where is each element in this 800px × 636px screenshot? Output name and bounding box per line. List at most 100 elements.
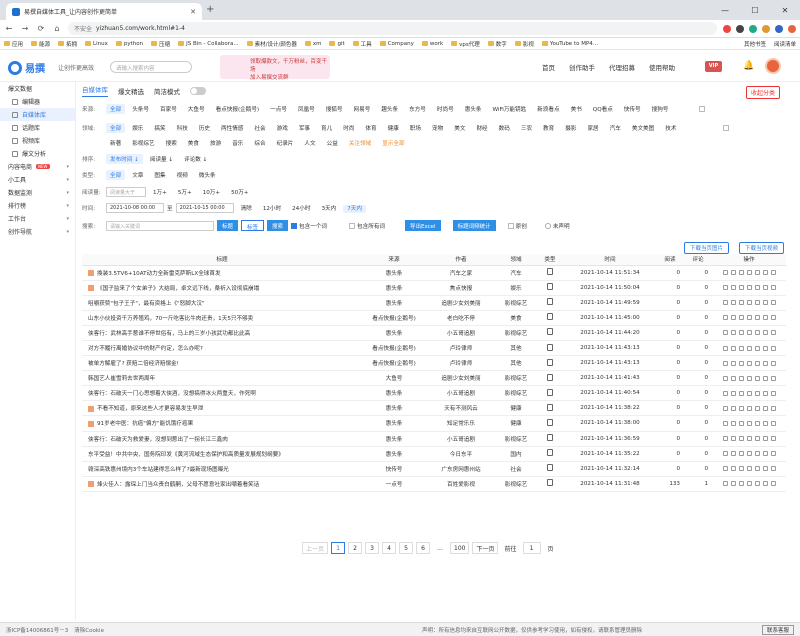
row-author[interactable]: 百姓爱影视 (426, 476, 496, 492)
bookmark-item[interactable]: git (329, 41, 345, 47)
share-icon[interactable] (754, 481, 760, 487)
keyword-input[interactable]: 请输入关键词 (106, 220, 214, 231)
tab-media-library[interactable]: 自媒体库 (82, 84, 108, 97)
sidebar-item[interactable]: 视频库 (0, 134, 75, 147)
filter-option[interactable]: 文章 (128, 170, 147, 180)
time-option[interactable]: 3天内 (317, 205, 340, 213)
filter-option[interactable]: 网易号 (350, 104, 375, 114)
security-indicator[interactable]: 不安全 (74, 24, 92, 33)
goto-page-input[interactable]: 1 (522, 542, 541, 554)
copy-icon[interactable] (722, 420, 728, 426)
maximize-button[interactable]: ☐ (740, 0, 770, 20)
favorite-icon[interactable] (746, 300, 752, 306)
favorite-icon[interactable] (746, 315, 752, 321)
row-title-cell[interactable]: 《国子监来了个女弟子》大结局，卓文远下线，桑祈入设彻底崩塌 (82, 280, 362, 296)
address-bar[interactable]: 不安全 yizhuan5.com/work.html#1-4 (68, 22, 717, 35)
top-menu-item[interactable]: 使用帮助 (649, 62, 675, 72)
filter-option[interactable]: 新著 (106, 138, 125, 148)
table-row[interactable]: 烽火佳人：露琛上门当众责白鹤嗣，父母不愿意吐家出嘲着看笑话 一点号 百姓爱影视 影视综… (82, 476, 786, 492)
link-icon[interactable] (730, 330, 736, 336)
share-icon[interactable] (754, 360, 760, 366)
column-header[interactable]: 评论 (684, 254, 712, 266)
filter-option[interactable]: 摄影 (561, 123, 580, 133)
favorite-icon[interactable] (746, 390, 752, 396)
prev-page-button[interactable]: 上一页 (302, 542, 329, 554)
column-header[interactable]: 阅读 (656, 254, 684, 266)
filter-option[interactable]: 财经 (472, 123, 491, 133)
download-icon[interactable] (762, 405, 768, 411)
collapse-categories-button[interactable]: 收起分类 (745, 86, 780, 99)
sidebar-item[interactable]: 内容电商 NEW ▾ (0, 160, 75, 173)
row-title-cell[interactable]: 侠客行：石破天一门心思想着大侠酒，没想搞得冰火两重天，作死啊 (82, 385, 362, 402)
row-title-cell[interactable]: 不看不知道，原来这些人才更容易发生早泄 (82, 400, 362, 417)
follow-field-link[interactable]: 关注领域 (345, 138, 375, 148)
search-tag-button[interactable]: 标签 (241, 220, 265, 231)
link-icon[interactable] (730, 451, 736, 457)
row-title[interactable]: 被单方解雇了? 获赔二倍经济赔偿金! (88, 361, 179, 367)
filter-option[interactable]: 图集 (150, 170, 169, 180)
row-title-cell[interactable]: 侠客行：石破天为救爱妻，没想到惹出了一拐长江三鑫肉 (82, 431, 362, 447)
show-all-link[interactable]: 显示全部 (378, 138, 408, 148)
cloud-icon[interactable] (770, 375, 776, 381)
bookmark-item[interactable]: Company (379, 41, 414, 47)
share-icon[interactable] (754, 405, 760, 411)
search-title-button[interactable]: 标题 (217, 220, 239, 231)
table-row[interactable]: 侠客行：石破天为救爱妻，没想到惹出了一拐长江三鑫肉 惠头条 小五哥追剧 影视综艺 202… (82, 431, 786, 447)
favorite-icon[interactable] (746, 481, 752, 487)
time-to-input[interactable]: 2021-10-15 00:00 (175, 203, 234, 213)
profile-avatar-icon[interactable] (788, 24, 796, 33)
star-icon[interactable] (738, 315, 744, 321)
copy-icon[interactable] (722, 330, 728, 336)
reads-option[interactable]: 50万+ (227, 187, 252, 197)
column-header[interactable]: 作者 (426, 254, 496, 266)
bookmark-item[interactable]: JS Bin - Collabora... (178, 41, 239, 47)
table-row[interactable]: 咀嚼获赞"包子王子"，最有资格上《"怒脚大汉" 惠头条 追剧少女刘美丽 影视综艺 202… (82, 295, 786, 311)
simple-mode-toggle[interactable] (190, 86, 206, 95)
download-videos-button[interactable]: 下载当页视频 (738, 242, 784, 254)
extension-icon[interactable] (736, 24, 744, 33)
field-checkbox[interactable] (723, 125, 730, 131)
download-icon[interactable] (762, 360, 768, 366)
reading-list[interactable]: 阅读清单 (774, 40, 796, 48)
sidebar-item[interactable]: 话题库 (0, 121, 75, 134)
bookmark-item[interactable]: xm (304, 41, 321, 47)
filter-option[interactable]: 微头条 (195, 170, 220, 180)
filter-option[interactable]: 凤凰号 (294, 104, 319, 114)
star-icon[interactable] (738, 390, 744, 396)
row-title-cell[interactable]: 咀嚼获赞"包子王子"，最有资格上《"怒脚大汉" (82, 295, 362, 311)
filter-option[interactable]: 科技 (173, 123, 192, 133)
filter-option[interactable]: 全部 (106, 170, 126, 180)
new-tab-button[interactable]: + (206, 4, 214, 15)
extension-icon[interactable] (723, 24, 731, 33)
sidebar-item[interactable]: 编辑器 (0, 95, 75, 108)
row-author[interactable]: 小五哥追剧 (426, 431, 496, 447)
sidebar-item[interactable]: 爆文数据 (0, 82, 75, 95)
column-header[interactable]: 领域 (496, 254, 536, 266)
include-one-checkbox[interactable] (291, 222, 298, 229)
share-icon[interactable] (754, 466, 760, 472)
bookmark-item[interactable]: 拓拥 (58, 40, 77, 48)
link-icon[interactable] (730, 481, 736, 487)
row-title[interactable]: 侠客行：武林高手惹谁不停世俗有，马上的三岁小孩武功都比此高 (88, 331, 250, 337)
filter-option[interactable]: QQ看点 (589, 104, 617, 114)
cloud-icon[interactable] (770, 270, 776, 276)
notification-bell-icon[interactable]: 🔔 (743, 61, 754, 71)
link-icon[interactable] (730, 360, 736, 366)
table-row[interactable]: 侠客行：武林高手惹谁不停世俗有，马上的三岁小孩武功都比此高 惠头条 小五哥追剧 影视综… (82, 325, 786, 341)
top-menu-item[interactable]: 代理招募 (609, 62, 635, 72)
row-title-cell[interactable]: 侠客行：武林高手惹谁不停世俗有，马上的三岁小孩武功都比此高 (82, 325, 362, 341)
filter-option[interactable]: 职场 (406, 123, 425, 133)
row-title-cell[interactable]: 韩国艺人崔雪莉去世两周年 (82, 370, 362, 387)
global-search-input[interactable]: 请输入搜索内容 (110, 61, 192, 73)
copy-icon[interactable] (722, 436, 728, 442)
favorite-icon[interactable] (746, 420, 752, 426)
filter-option[interactable]: 健康 (384, 123, 403, 133)
filter-option[interactable]: 娱乐 (128, 123, 147, 133)
page-button[interactable]: 2 (348, 542, 363, 554)
filter-option[interactable]: 视频 (173, 170, 192, 180)
home-button[interactable]: ⌂ (52, 24, 62, 33)
filter-option[interactable]: 两性情感 (217, 123, 247, 133)
table-row[interactable]: 《国子监来了个女弟子》大结局，卓文远下线，桑祈入设彻底崩塌 惠头条 焦点快报 娱乐 20… (82, 280, 786, 296)
link-icon[interactable] (730, 466, 736, 472)
bookmark-item[interactable]: 压缩 (151, 40, 170, 48)
